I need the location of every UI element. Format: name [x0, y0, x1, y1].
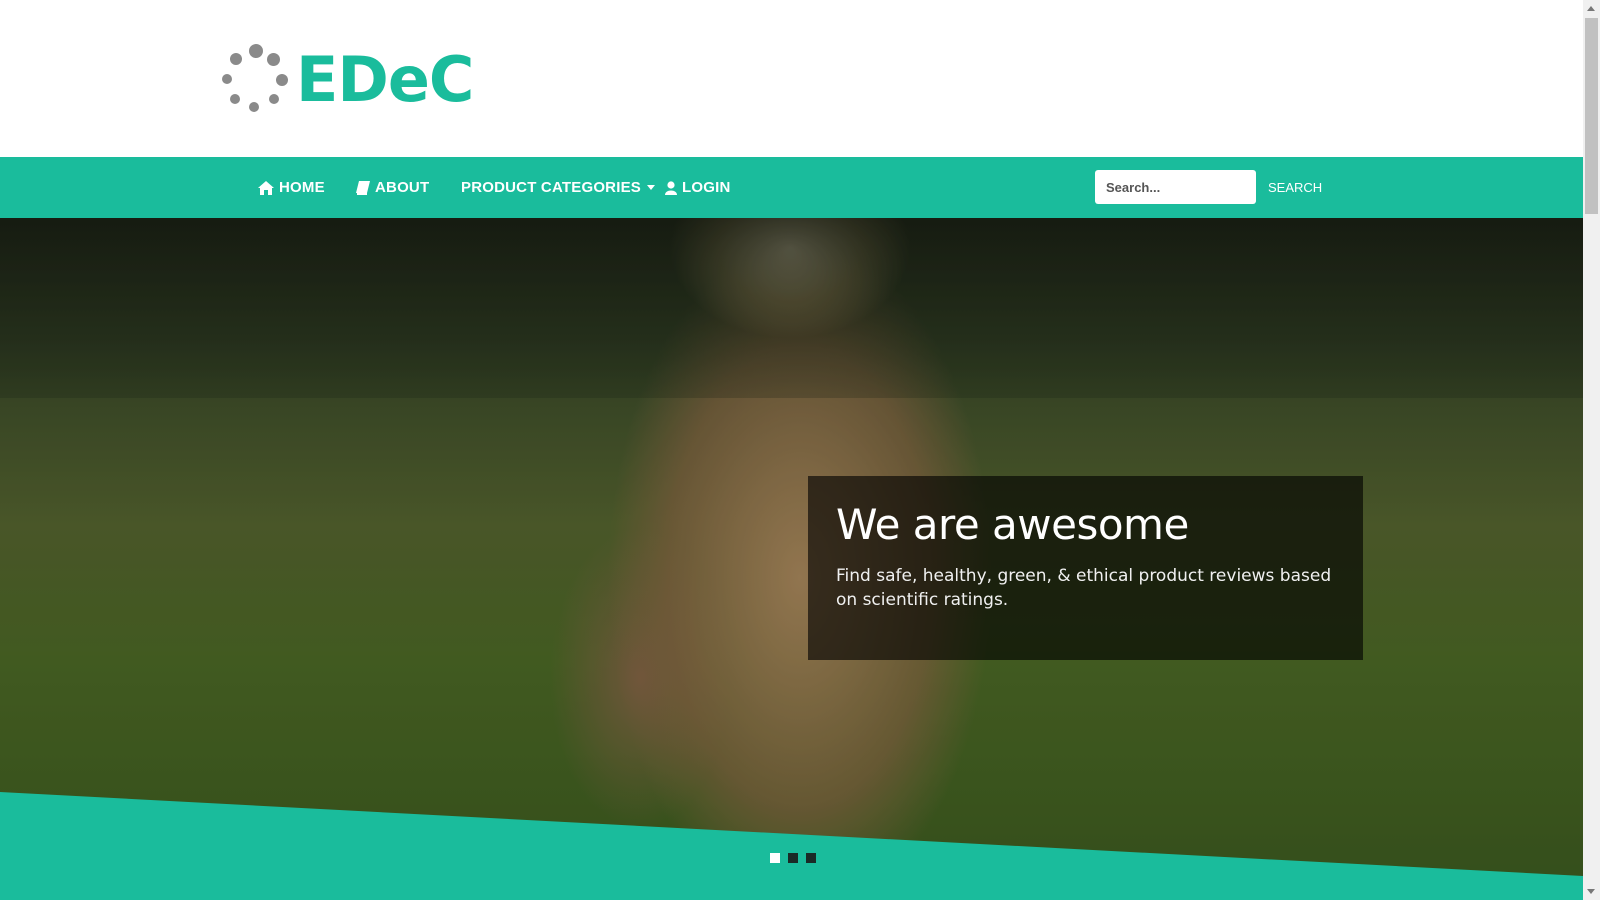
- nav-home-label: HOME: [279, 179, 325, 196]
- home-icon: [258, 180, 274, 195]
- nav-product-categories[interactable]: PRODUCT CATEGORIES: [461, 157, 655, 218]
- logo-dots-icon: [222, 44, 294, 116]
- user-icon: [665, 180, 677, 195]
- site-header: EDeC: [0, 0, 1583, 157]
- hero-subtitle: Find safe, healthy, green, & ethical pro…: [836, 566, 1332, 611]
- nav-login-label: LOGIN: [682, 179, 731, 196]
- carousel-indicator-3[interactable]: [806, 853, 816, 863]
- nav-home[interactable]: HOME: [258, 157, 325, 218]
- nav-product-categories-label: PRODUCT CATEGORIES: [461, 179, 641, 196]
- caret-down-icon: [647, 185, 655, 190]
- scroll-up-icon[interactable]: [1587, 6, 1595, 11]
- scroll-down-icon[interactable]: [1587, 889, 1595, 894]
- nav-about[interactable]: ABOUT: [356, 157, 429, 218]
- search-button[interactable]: SEARCH: [1268, 170, 1322, 204]
- search-input[interactable]: [1095, 170, 1256, 204]
- hero-caption: We are awesome Find safe, healthy, green…: [808, 476, 1363, 660]
- page-scrollbar[interactable]: [1583, 0, 1600, 900]
- logo[interactable]: EDeC: [222, 40, 474, 120]
- carousel-indicator-2[interactable]: [788, 853, 798, 863]
- book-icon: [356, 180, 370, 195]
- main-navbar: HOME ABOUT PRODUCT CATEGORIES LOGIN: [0, 157, 1583, 218]
- logo-text: EDeC: [296, 43, 474, 116]
- carousel-indicators: [770, 853, 816, 863]
- carousel-indicator-1[interactable]: [770, 853, 780, 863]
- nav-about-label: ABOUT: [375, 179, 430, 196]
- nav-login[interactable]: LOGIN: [665, 157, 731, 218]
- scrollbar-thumb[interactable]: [1585, 18, 1598, 214]
- hero-title: We are awesome: [836, 500, 1189, 549]
